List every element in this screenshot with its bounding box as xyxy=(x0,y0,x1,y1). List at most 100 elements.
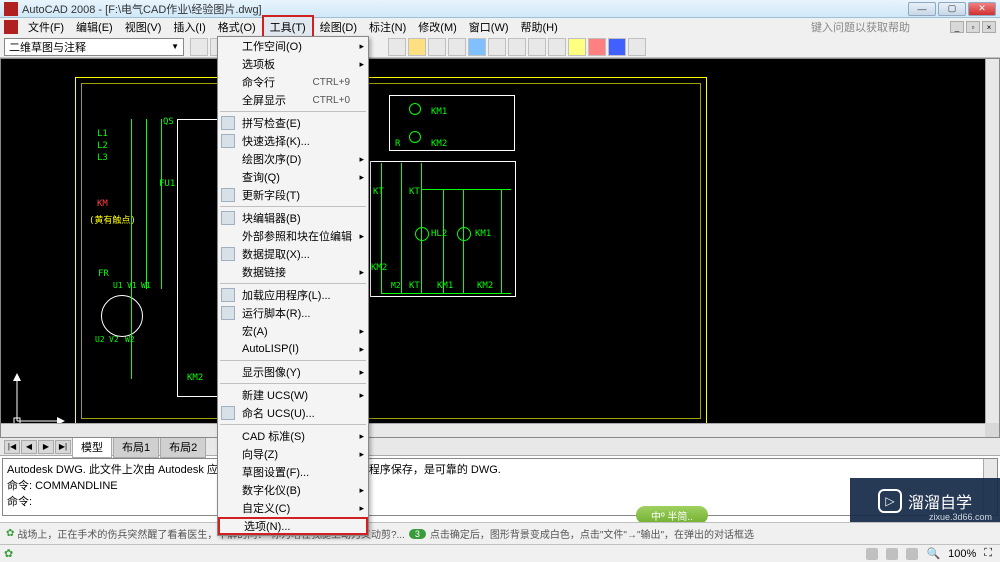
tab-layout1[interactable]: 布局1 xyxy=(113,436,159,458)
menu-icon xyxy=(221,288,235,302)
status-zoom[interactable]: 100% xyxy=(944,548,980,560)
toolbar-icon[interactable] xyxy=(568,38,586,56)
menu-item[interactable]: 向导(Z) xyxy=(218,445,368,463)
toolbar-icon[interactable] xyxy=(448,38,466,56)
menu-label: 命名 UCS(U)... xyxy=(242,405,315,421)
menu-item[interactable]: 命令行CTRL+9 xyxy=(218,73,368,91)
menu-edit[interactable]: 编辑(E) xyxy=(70,17,119,37)
menu-icon xyxy=(221,406,235,420)
menu-label: 数据提取(X)... xyxy=(242,246,310,262)
toolbar-icon[interactable] xyxy=(428,38,446,56)
menu-item[interactable]: 数据提取(X)... xyxy=(218,245,368,263)
toolbar-icon[interactable] xyxy=(628,38,646,56)
menu-item[interactable]: 数字化仪(B) xyxy=(218,481,368,499)
toolbar-icons-right xyxy=(388,38,646,56)
toolbar-icon[interactable] xyxy=(508,38,526,56)
mdi-close[interactable]: × xyxy=(982,21,996,33)
menu-item[interactable]: 命名 UCS(U)... xyxy=(218,404,368,422)
scrollbar-horizontal[interactable] xyxy=(1,423,985,437)
toolbar-icon[interactable] xyxy=(608,38,626,56)
menu-help[interactable]: 帮助(H) xyxy=(515,17,564,37)
toolbar-icon[interactable] xyxy=(190,38,208,56)
search-hint[interactable]: 键入问题以获取帮助 xyxy=(811,19,910,35)
label-l1: L1 xyxy=(97,129,108,139)
toolbar-icon[interactable] xyxy=(408,38,426,56)
menu-insert[interactable]: 插入(I) xyxy=(167,17,211,37)
toolbar-icon[interactable] xyxy=(548,38,566,56)
menu-item[interactable]: 全屏显示CTRL+0 xyxy=(218,91,368,109)
menu-item[interactable]: 外部参照和块在位编辑 xyxy=(218,227,368,245)
menu-item[interactable]: 加载应用程序(L)... xyxy=(218,286,368,304)
menu-item[interactable]: 拼写检查(E) xyxy=(218,114,368,132)
label-qs: QS xyxy=(163,117,174,127)
menu-item[interactable]: 宏(A) xyxy=(218,322,368,340)
drawing-area[interactable]: QS L1 L2 L3 FU1 KM (黄有触点) FR U1 V1 W1 U2… xyxy=(0,58,1000,438)
toolbar-icon[interactable] xyxy=(488,38,506,56)
menu-item[interactable]: 快速选择(K)... xyxy=(218,132,368,150)
tab-prev[interactable]: ◀ xyxy=(21,440,37,454)
tab-first[interactable]: |◀ xyxy=(4,440,20,454)
toolbar-icon[interactable] xyxy=(588,38,606,56)
title-bar: AutoCAD 2008 - [F:\电气CAD作业\经验图片.dwg] — ▢… xyxy=(0,0,1000,18)
menu-item[interactable]: 查询(Q) xyxy=(218,168,368,186)
menu-item[interactable]: 工作空间(O) xyxy=(218,37,368,55)
menu-draw[interactable]: 绘图(D) xyxy=(314,17,363,37)
menu-item[interactable]: 更新字段(T) xyxy=(218,186,368,204)
menu-item[interactable]: 绘图次序(D) xyxy=(218,150,368,168)
mdi-min[interactable]: _ xyxy=(950,21,964,33)
speaker-icon xyxy=(906,548,918,560)
menu-label: 块编辑器(B) xyxy=(242,210,301,226)
status-icon[interactable] xyxy=(882,548,902,560)
label-l3: L3 xyxy=(97,153,108,163)
menu-item[interactable]: 显示图像(Y) xyxy=(218,363,368,381)
menu-item[interactable]: 选项(N)... xyxy=(218,517,368,535)
maximize-button[interactable]: ▢ xyxy=(938,2,966,16)
toolbar-icon[interactable] xyxy=(528,38,546,56)
menu-item[interactable]: AutoLISP(I) xyxy=(218,340,368,358)
tab-last[interactable]: ▶| xyxy=(55,440,71,454)
menu-label: 宏(A) xyxy=(242,323,268,339)
close-button[interactable]: ✕ xyxy=(968,2,996,16)
tab-model[interactable]: 模型 xyxy=(72,436,112,458)
layout-tabs: |◀ ◀ ▶ ▶| 模型 布局1 布局2 xyxy=(0,438,1000,456)
menu-item[interactable]: 运行脚本(R)... xyxy=(218,304,368,322)
toolbar-icon[interactable] xyxy=(468,38,486,56)
menu-label: 新建 UCS(W) xyxy=(242,387,308,403)
menu-item[interactable]: 草图设置(F)... xyxy=(218,463,368,481)
menu-item[interactable]: CAD 标准(S) xyxy=(218,427,368,445)
status-volume[interactable] xyxy=(902,548,922,560)
tip-badge[interactable]: 3 xyxy=(409,529,426,539)
line xyxy=(401,163,402,293)
menu-window[interactable]: 窗口(W) xyxy=(463,17,515,37)
label-km1c: KM1 xyxy=(437,281,453,291)
label-fr: FR xyxy=(98,269,109,279)
status-expand[interactable]: ⛶ xyxy=(980,547,996,560)
line xyxy=(501,189,502,293)
menu-item[interactable]: 新建 UCS(W) xyxy=(218,386,368,404)
menu-item[interactable]: 选项板 xyxy=(218,55,368,73)
status-zoom-out[interactable]: 🔍 xyxy=(922,547,944,560)
scrollbar-vertical[interactable] xyxy=(985,59,999,437)
menu-item[interactable]: 块编辑器(B) xyxy=(218,209,368,227)
menu-format[interactable]: 格式(O) xyxy=(212,17,262,37)
menu-label: 绘图次序(D) xyxy=(242,151,301,167)
tab-layout2[interactable]: 布局2 xyxy=(160,436,206,458)
menu-view[interactable]: 视图(V) xyxy=(119,17,168,37)
command-window[interactable]: Autodesk DWG. 此文件上次由 Autodesk 应用程序或 Auto… xyxy=(2,458,998,516)
toolbar-icon[interactable] xyxy=(388,38,406,56)
menu-dimension[interactable]: 标注(N) xyxy=(363,17,412,37)
menu-item[interactable]: 自定义(C) xyxy=(218,499,368,517)
tab-next[interactable]: ▶ xyxy=(38,440,54,454)
menu-label: CAD 标准(S) xyxy=(242,428,305,444)
menu-modify[interactable]: 修改(M) xyxy=(412,17,463,37)
lamp xyxy=(415,227,429,241)
mdi-restore[interactable]: ▫ xyxy=(966,21,980,33)
menu-label: 向导(Z) xyxy=(242,446,278,462)
menu-item[interactable]: 数据链接 xyxy=(218,263,368,281)
watermark: ▷ 溜溜自学 zixue.3d66.com xyxy=(850,478,1000,524)
status-icon[interactable] xyxy=(862,548,882,560)
workspace-combo[interactable]: 二维草图与注释 ▼ xyxy=(4,38,184,56)
minimize-button[interactable]: — xyxy=(908,2,936,16)
menu-file[interactable]: 文件(F) xyxy=(22,17,70,37)
menu-label: 数据链接 xyxy=(242,264,286,280)
